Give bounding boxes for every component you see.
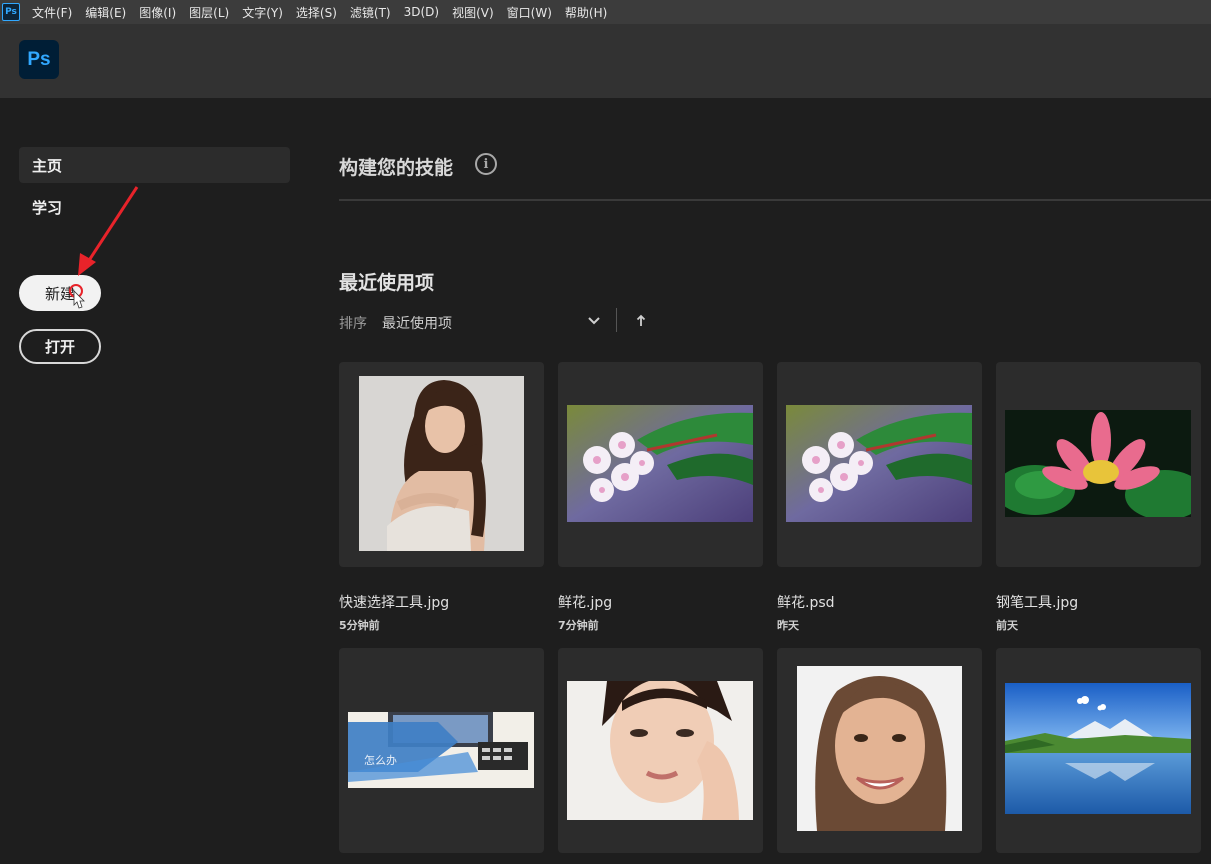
recent-file-time: 7分钟前 xyxy=(558,619,599,632)
menu-bar: Ps 文件(F) 编辑(E) 图像(I) 图层(L) 文字(Y) 选择(S) 滤… xyxy=(0,0,1211,24)
ps-logo: Ps xyxy=(19,40,59,79)
recent-file-card[interactable] xyxy=(339,362,544,567)
menu-file[interactable]: 文件(F) xyxy=(32,4,72,21)
sort-divider xyxy=(616,308,617,332)
section-divider xyxy=(339,199,1211,201)
info-icon[interactable]: i xyxy=(475,153,497,175)
recent-file-time: 5分钟前 xyxy=(339,619,380,632)
sidebar: 主页 学习 新建 打开 xyxy=(0,98,310,864)
thumbnail-caption: 怎么办 xyxy=(364,754,397,767)
menu-image[interactable]: 图像(I) xyxy=(139,4,176,21)
sort-ascending-icon[interactable] xyxy=(635,314,647,328)
recent-file-name[interactable]: 钢笔工具.jpg xyxy=(996,592,1078,612)
thumbnail-smiling-woman xyxy=(797,666,962,831)
menu-3d[interactable]: 3D(D) xyxy=(404,5,439,19)
open-button[interactable]: 打开 xyxy=(19,329,101,364)
recent-file-card[interactable] xyxy=(558,648,763,853)
new-button[interactable]: 新建 xyxy=(19,275,101,311)
recent-file-name[interactable]: 鲜花.jpg xyxy=(558,592,612,612)
recent-file-name[interactable]: 鲜花.psd xyxy=(777,592,835,612)
thumbnail-portrait-woman xyxy=(359,376,524,551)
menu-help[interactable]: 帮助(H) xyxy=(565,4,607,21)
menu-type[interactable]: 文字(Y) xyxy=(242,4,283,21)
menu-window[interactable]: 窗口(W) xyxy=(507,4,552,21)
recent-file-card[interactable] xyxy=(777,362,982,567)
sidebar-item-learn[interactable]: 学习 xyxy=(19,189,290,225)
open-button-label: 打开 xyxy=(44,338,75,356)
thumbnail-laptop: 怎么办 xyxy=(348,712,534,788)
app-header: Ps xyxy=(0,24,1211,98)
recent-file-card[interactable] xyxy=(996,648,1201,853)
recent-title: 最近使用项 xyxy=(339,272,435,294)
skills-title: 构建您的技能 xyxy=(339,157,454,179)
menu-view[interactable]: 视图(V) xyxy=(452,4,494,21)
recent-file-card[interactable] xyxy=(777,648,982,853)
recent-file-name[interactable]: 快速选择工具.jpg xyxy=(339,592,449,612)
recent-file-card[interactable] xyxy=(996,362,1201,567)
chevron-down-icon[interactable] xyxy=(586,312,602,328)
sidebar-item-home[interactable]: 主页 xyxy=(19,147,290,183)
menu-edit[interactable]: 编辑(E) xyxy=(85,4,126,21)
sort-dropdown[interactable]: 最近使用项 xyxy=(382,313,452,333)
thumbnail-lotus xyxy=(1005,410,1191,517)
thumbnail-mountain-lake xyxy=(1005,683,1191,814)
menu-filter[interactable]: 滤镜(T) xyxy=(350,4,391,21)
thumbnail-flowers xyxy=(786,405,972,522)
photoshop-app-icon[interactable]: Ps xyxy=(2,3,20,21)
thumbnail-woman-face xyxy=(567,681,753,820)
new-button-label: 新建 xyxy=(44,284,75,303)
recent-file-time: 昨天 xyxy=(777,619,799,632)
sort-label: 排序 xyxy=(339,316,367,332)
home-main: 构建您的技能 i 最近使用项 排序 最近使用项 快速选择工具.jpg 5分钟前 … xyxy=(310,98,1211,864)
recent-file-card[interactable]: 怎么办 xyxy=(339,648,544,853)
recent-file-card[interactable] xyxy=(558,362,763,567)
recent-file-time: 前天 xyxy=(996,619,1018,632)
menu-select[interactable]: 选择(S) xyxy=(296,4,337,21)
menu-layer[interactable]: 图层(L) xyxy=(189,4,229,21)
thumbnail-flowers xyxy=(567,405,753,522)
